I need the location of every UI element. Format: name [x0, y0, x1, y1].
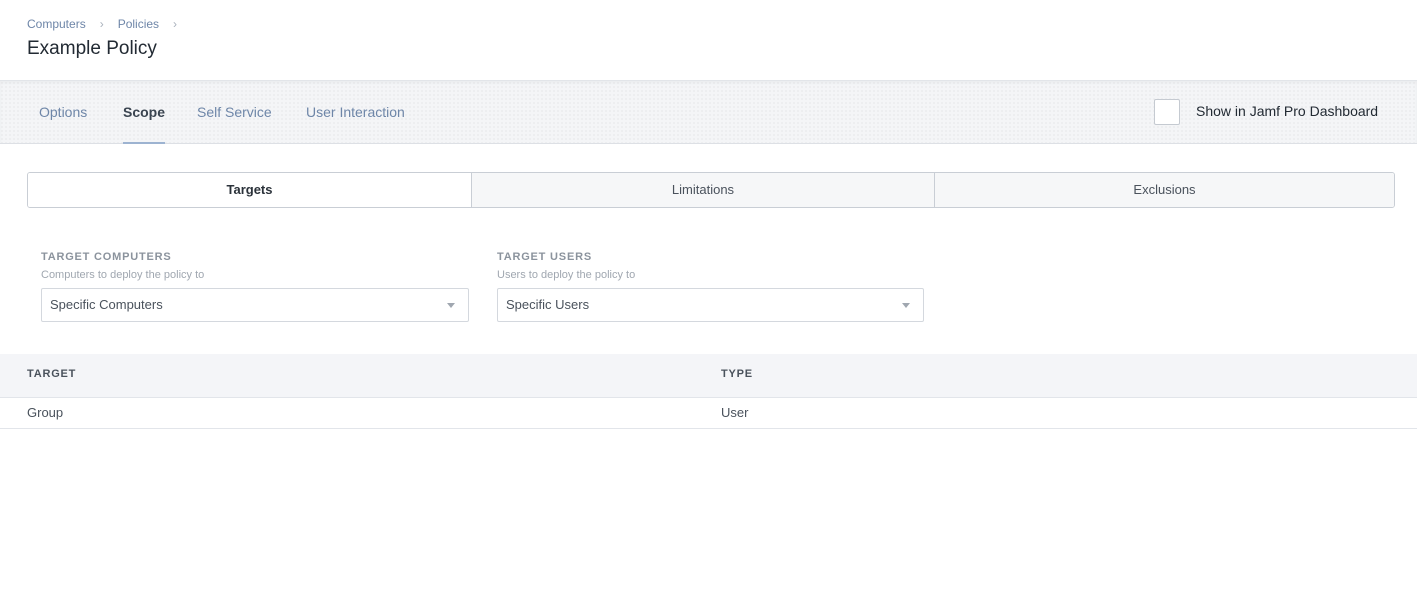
table-row[interactable]: Group User: [0, 398, 1417, 429]
column-header-type[interactable]: TYPE: [721, 368, 753, 380]
page-header: Computers › Policies › Example Policy: [0, 0, 1417, 80]
tab-scope[interactable]: Scope: [123, 81, 166, 144]
tab-options[interactable]: Options: [39, 81, 87, 144]
breadcrumb-item-computers[interactable]: Computers: [27, 17, 86, 31]
scope-tab-exclusions[interactable]: Exclusions: [934, 173, 1394, 207]
tab-self-service[interactable]: Self Service: [197, 81, 272, 144]
breadcrumb: Computers › Policies ›: [27, 17, 191, 31]
scope-segmented-control: Targets Limitations Exclusions: [27, 172, 1395, 208]
chevron-down-icon: [447, 303, 455, 308]
table-header: TARGET TYPE: [0, 354, 1417, 398]
tab-user-interaction[interactable]: User Interaction: [306, 81, 405, 144]
scope-tab-targets[interactable]: Targets: [28, 173, 471, 207]
cell-target: Group: [27, 405, 64, 420]
target-computers-select[interactable]: Specific Computers: [41, 288, 469, 322]
target-computers-help: Computers to deploy the policy to: [41, 269, 205, 281]
target-users-label: TARGET USERS: [497, 251, 592, 263]
page-title: Example Policy: [27, 38, 157, 59]
breadcrumb-separator-icon: ›: [99, 17, 104, 31]
target-users-select[interactable]: Specific Users: [497, 288, 924, 322]
breadcrumb-item-policies[interactable]: Policies: [118, 17, 159, 31]
scope-tab-limitations[interactable]: Limitations: [471, 173, 934, 207]
target-users-help: Users to deploy the policy to: [497, 269, 636, 281]
target-computers-value: Specific Computers: [50, 297, 163, 312]
show-in-dashboard-label: Show in Jamf Pro Dashboard: [1196, 103, 1379, 119]
target-computers-label: TARGET COMPUTERS: [41, 251, 172, 263]
chevron-down-icon: [902, 303, 910, 308]
cell-type: User: [721, 405, 749, 420]
target-users-value: Specific Users: [506, 297, 590, 312]
breadcrumb-separator-icon: ›: [173, 17, 178, 31]
column-header-target[interactable]: TARGET: [27, 368, 76, 380]
show-in-dashboard-checkbox[interactable]: [1154, 99, 1180, 125]
